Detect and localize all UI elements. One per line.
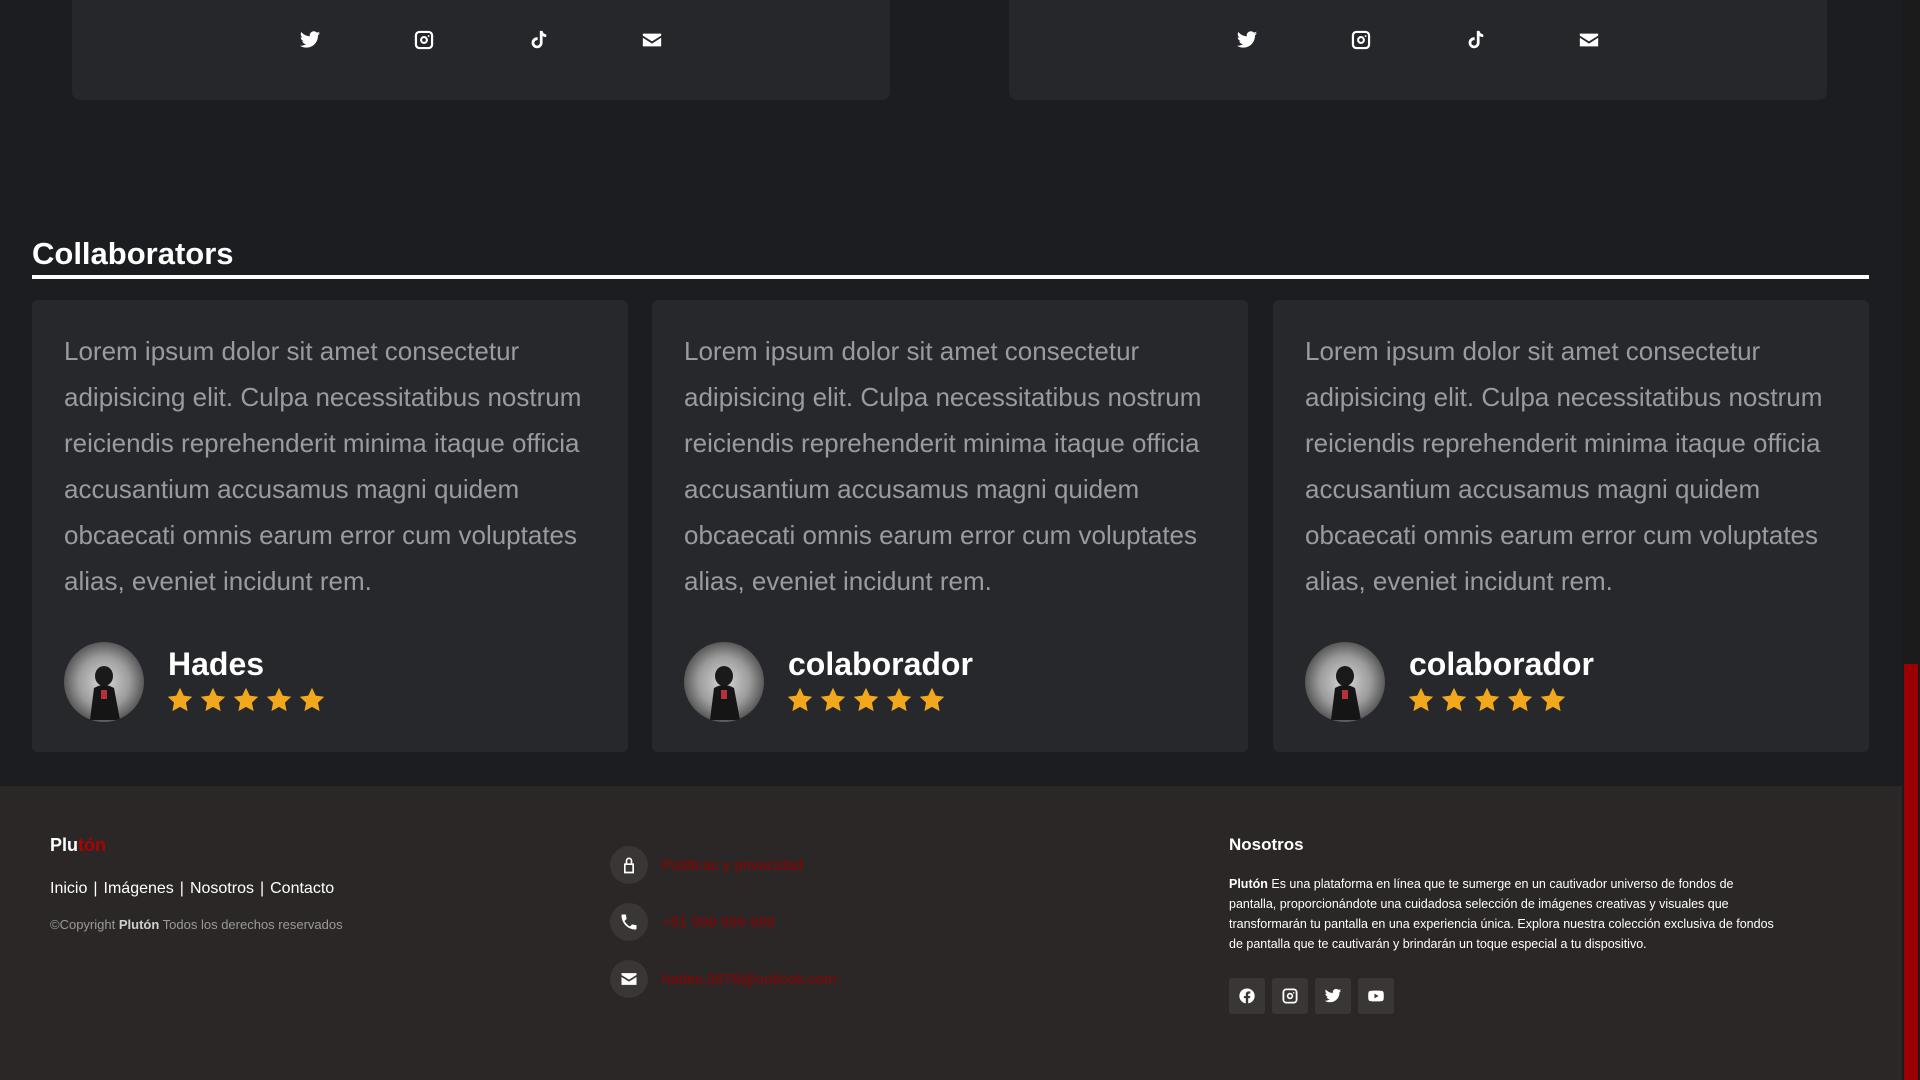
twitter-icon[interactable] xyxy=(1315,978,1351,1014)
instagram-icon[interactable] xyxy=(406,27,442,53)
contact-privacy[interactable]: Políticas y privacidad xyxy=(610,846,803,884)
footer-socials xyxy=(1229,978,1394,1014)
mail-icon xyxy=(610,960,648,998)
star-icon xyxy=(232,686,260,714)
instagram-icon[interactable] xyxy=(1343,27,1379,53)
star-icon xyxy=(918,686,946,714)
star-rating xyxy=(166,686,326,714)
nav-separator: | xyxy=(93,880,98,897)
avatar xyxy=(64,642,144,722)
facebook-icon[interactable] xyxy=(1229,978,1265,1014)
avatar xyxy=(1305,642,1385,722)
instagram-icon[interactable] xyxy=(1272,978,1308,1014)
star-icon xyxy=(199,686,227,714)
mail-icon[interactable] xyxy=(634,27,670,53)
star-icon xyxy=(1473,686,1501,714)
lock-icon xyxy=(610,846,648,884)
testimonial-card: Lorem ipsum dolor sit amet consectetur a… xyxy=(32,300,628,752)
star-icon xyxy=(852,686,880,714)
star-icon xyxy=(885,686,913,714)
mail-icon[interactable] xyxy=(1571,27,1607,53)
star-icon xyxy=(1506,686,1534,714)
star-rating xyxy=(786,686,946,714)
copyright: ©Copyright Plutón Todos los derechos res… xyxy=(50,917,343,932)
contact-phone[interactable]: +51 999 999 999 xyxy=(610,903,775,941)
collaborator-name: colaborador xyxy=(788,646,973,682)
youtube-icon[interactable] xyxy=(1358,978,1394,1014)
footer-logo[interactable]: Plutón xyxy=(50,835,106,856)
copyright-brand: Plutón xyxy=(118,917,160,932)
section-title: Collaborators xyxy=(32,236,234,271)
tiktok-icon[interactable] xyxy=(1457,27,1493,53)
team-socials xyxy=(72,27,890,53)
star-icon xyxy=(1407,686,1435,714)
nav-link-imagenes[interactable]: Imágenes xyxy=(104,880,174,898)
star-icon xyxy=(298,686,326,714)
scrollbar-thumb[interactable] xyxy=(1904,664,1918,1080)
star-icon xyxy=(166,686,194,714)
testimonial-card: Lorem ipsum dolor sit amet consectetur a… xyxy=(652,300,1248,752)
about-text: Plutón Es una plataforma en línea que te… xyxy=(1229,874,1774,954)
about-title: Nosotros xyxy=(1229,835,1304,854)
tiktok-icon[interactable] xyxy=(520,27,556,53)
team-card xyxy=(1009,0,1827,100)
about-body: Es una plataforma en línea que te sumerg… xyxy=(1229,877,1774,951)
contact-email[interactable]: hades.5678@outlook.com xyxy=(610,960,837,998)
nav-link-contacto[interactable]: Contacto xyxy=(270,880,334,898)
contact-email-text[interactable]: hades.5678@outlook.com xyxy=(662,971,837,988)
contact-phone-text[interactable]: +51 999 999 999 xyxy=(662,914,775,931)
nav-link-inicio[interactable]: Inicio xyxy=(50,880,87,898)
collaborator-name: Hades xyxy=(168,646,265,682)
testimonial-text: Lorem ipsum dolor sit amet consectetur a… xyxy=(684,336,1202,596)
twitter-icon[interactable] xyxy=(292,27,328,53)
logo-part1: Plu xyxy=(50,835,79,855)
star-icon xyxy=(786,686,814,714)
nav-separator: | xyxy=(179,880,184,897)
star-icon xyxy=(1539,686,1567,714)
testimonial-text: Lorem ipsum dolor sit amet consectetur a… xyxy=(64,336,582,596)
collaborator-name: colaborador xyxy=(1409,646,1594,682)
testimonial-text: Lorem ipsum dolor sit amet consectetur a… xyxy=(1305,336,1823,596)
star-icon xyxy=(819,686,847,714)
footer-nav: Inicio | Imágenes | Nosotros | Contacto xyxy=(50,880,334,898)
testimonial-card: Lorem ipsum dolor sit amet consectetur a… xyxy=(1273,300,1869,752)
scrollbar[interactable] xyxy=(1902,0,1920,1080)
about-brand: Plutón xyxy=(1229,877,1268,891)
twitter-icon[interactable] xyxy=(1229,27,1265,53)
copyright-suffix: Todos los derechos reservados xyxy=(162,917,343,932)
phone-icon xyxy=(610,903,648,941)
star-rating xyxy=(1407,686,1567,714)
copyright-prefix: ©Copyright xyxy=(50,917,116,932)
section-divider xyxy=(32,275,1869,279)
nav-separator: | xyxy=(259,880,265,897)
team-card xyxy=(72,0,890,100)
avatar xyxy=(684,642,764,722)
nav-link-nosotros[interactable]: Nosotros xyxy=(190,880,254,898)
contact-privacy-text[interactable]: Políticas y privacidad xyxy=(662,857,803,874)
star-icon xyxy=(1440,686,1468,714)
team-socials xyxy=(1009,27,1827,53)
star-icon xyxy=(265,686,293,714)
logo-part2: tón xyxy=(78,835,106,855)
